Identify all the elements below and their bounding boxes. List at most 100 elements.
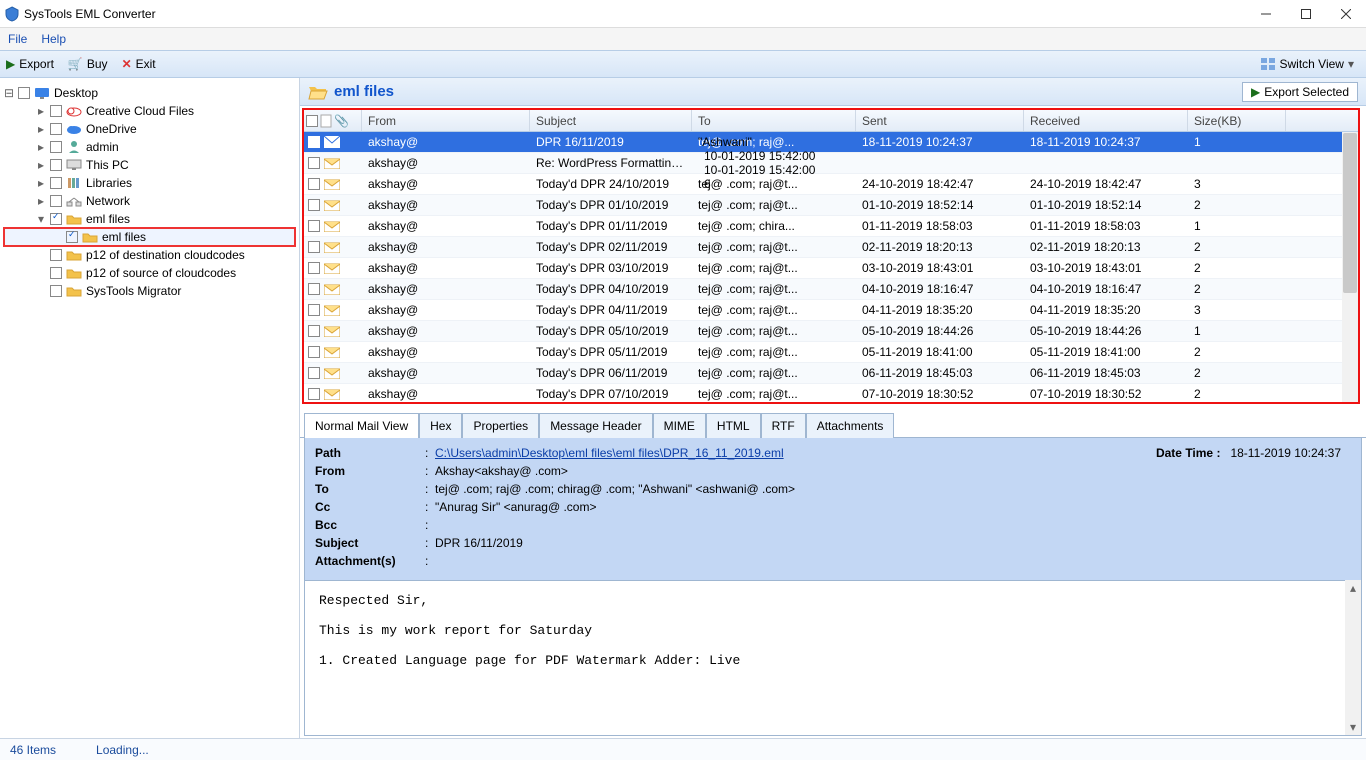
row-checkbox[interactable] — [308, 367, 320, 379]
scroll-down-icon[interactable]: ▾ — [1345, 719, 1361, 735]
checkbox[interactable] — [50, 249, 62, 261]
body-scrollbar[interactable]: ▴ ▾ — [1345, 580, 1361, 735]
tree-item[interactable]: p12 of destination cloudcodes — [4, 246, 295, 264]
date-time-label: Date Time : — [1156, 446, 1220, 460]
bcc-label: Bcc — [315, 518, 425, 532]
tree-root[interactable]: ⊟ Desktop — [4, 84, 295, 102]
row-checkbox[interactable] — [308, 262, 320, 274]
row-checkbox[interactable] — [308, 283, 320, 295]
checkbox[interactable] — [50, 159, 62, 171]
collapse-icon[interactable]: ⊟ — [4, 86, 14, 100]
desktop-icon — [34, 86, 50, 100]
checkbox[interactable] — [66, 231, 78, 243]
row-checkbox[interactable] — [308, 388, 320, 400]
buy-button[interactable]: 🛒 Buy — [68, 57, 108, 71]
row-checkbox[interactable] — [308, 157, 320, 169]
checkbox[interactable] — [50, 195, 62, 207]
tree-item[interactable]: ▸Network — [4, 192, 295, 210]
row-checkbox[interactable] — [308, 346, 320, 358]
path-label: Path — [315, 446, 425, 460]
table-row[interactable]: akshay@Today'd DPR 24/10/2019tej@ .com; … — [304, 174, 1358, 195]
col-from[interactable]: From — [362, 110, 530, 131]
cell-size: 2 — [1188, 261, 1286, 275]
col-sent[interactable]: Sent — [856, 110, 1024, 131]
table-row[interactable]: akshay@Today's DPR 03/10/2019tej@ .com; … — [304, 258, 1358, 279]
tree-item[interactable]: ▸Creative Cloud Files — [4, 102, 295, 120]
col-to[interactable]: To — [692, 110, 856, 131]
expand-icon[interactable]: ▸ — [36, 158, 46, 172]
cell-from: akshay@ — [362, 303, 530, 317]
tree-item[interactable]: ▸OneDrive — [4, 120, 295, 138]
menu-help[interactable]: Help — [41, 32, 66, 46]
export-selected-button[interactable]: ▶ Export Selected — [1242, 82, 1358, 102]
exit-button[interactable]: ✕ Exit — [122, 57, 156, 71]
tree-item[interactable]: ▾eml files — [4, 210, 295, 228]
row-checkbox[interactable] — [308, 136, 320, 148]
checkbox[interactable] — [50, 141, 62, 153]
table-row[interactable]: akshay@Today's DPR 04/10/2019tej@ .com; … — [304, 279, 1358, 300]
tab-rtf[interactable]: RTF — [761, 413, 806, 438]
col-received[interactable]: Received — [1024, 110, 1188, 131]
expand-icon[interactable]: ▾ — [36, 212, 46, 226]
tree-item[interactable]: SysTools Migrator — [4, 282, 295, 300]
grid-scrollbar[interactable] — [1342, 132, 1358, 402]
table-row[interactable]: akshay@Re: WordPress Formatting Is..."As… — [304, 153, 1358, 174]
table-row[interactable]: akshay@Today's DPR 06/11/2019tej@ .com; … — [304, 363, 1358, 384]
scroll-up-icon[interactable]: ▴ — [1345, 580, 1361, 596]
tab-normal-mail-view[interactable]: Normal Mail View — [304, 413, 419, 438]
table-row[interactable]: akshay@Today's DPR 05/11/2019tej@ .com; … — [304, 342, 1358, 363]
switch-view-button[interactable]: Switch View ▾ — [1261, 57, 1354, 71]
cell-subject: Today's DPR 06/11/2019 — [530, 366, 692, 380]
select-all-checkbox[interactable] — [306, 115, 318, 127]
expand-icon[interactable]: ▸ — [36, 176, 46, 190]
tree-item[interactable]: p12 of source of cloudcodes — [4, 264, 295, 282]
tree-item[interactable]: ▸admin — [4, 138, 295, 156]
expand-icon[interactable]: ▸ — [36, 122, 46, 136]
tree-item[interactable]: eml files — [4, 228, 295, 246]
row-checkbox[interactable] — [308, 220, 320, 232]
table-row[interactable]: akshay@Today's DPR 05/10/2019tej@ .com; … — [304, 321, 1358, 342]
maximize-button[interactable] — [1286, 0, 1326, 28]
checkbox[interactable] — [18, 87, 30, 99]
tab-html[interactable]: HTML — [706, 413, 761, 438]
minimize-button[interactable] — [1246, 0, 1286, 28]
col-size[interactable]: Size(KB) — [1188, 110, 1286, 131]
checkbox[interactable] — [50, 267, 62, 279]
path-link[interactable]: C:\Users\admin\Desktop\eml files\eml fil… — [435, 446, 784, 460]
tab-hex[interactable]: Hex — [419, 413, 462, 438]
tab-mime[interactable]: MIME — [653, 413, 706, 438]
menu-file[interactable]: File — [8, 32, 27, 46]
expand-icon[interactable]: ▸ — [36, 140, 46, 154]
row-checkbox[interactable] — [308, 178, 320, 190]
cell-from: akshay@ — [362, 135, 530, 149]
folder-tree[interactable]: ⊟ Desktop ▸Creative Cloud Files▸OneDrive… — [0, 78, 300, 738]
row-checkbox[interactable] — [308, 325, 320, 337]
expand-icon[interactable]: ▸ — [36, 194, 46, 208]
row-checkbox[interactable] — [308, 241, 320, 253]
checkbox[interactable] — [50, 213, 62, 225]
row-checkbox[interactable] — [308, 304, 320, 316]
cell-sent: 24-10-2019 18:42:47 — [856, 177, 1024, 191]
expand-icon[interactable]: ▸ — [36, 104, 46, 118]
checkbox[interactable] — [50, 123, 62, 135]
checkbox[interactable] — [50, 177, 62, 189]
checkbox[interactable] — [50, 105, 62, 117]
cell-to: tej@ .com; raj@t... — [692, 261, 856, 275]
row-checkbox[interactable] — [308, 199, 320, 211]
cell-from: akshay@ — [362, 387, 530, 401]
menubar: File Help — [0, 28, 1366, 50]
close-button[interactable] — [1326, 0, 1366, 28]
table-row[interactable]: akshay@Today's DPR 07/10/2019tej@ .com; … — [304, 384, 1358, 404]
checkbox[interactable] — [50, 285, 62, 297]
tab-attachments[interactable]: Attachments — [806, 413, 895, 438]
tab-message-header[interactable]: Message Header — [539, 413, 652, 438]
tree-item[interactable]: ▸This PC — [4, 156, 295, 174]
table-row[interactable]: akshay@Today's DPR 01/10/2019tej@ .com; … — [304, 195, 1358, 216]
col-subject[interactable]: Subject — [530, 110, 692, 131]
export-button[interactable]: ▶ Export — [6, 57, 54, 71]
tab-properties[interactable]: Properties — [462, 413, 539, 438]
table-row[interactable]: akshay@Today's DPR 01/11/2019tej@ .com; … — [304, 216, 1358, 237]
tree-item[interactable]: ▸Libraries — [4, 174, 295, 192]
table-row[interactable]: akshay@Today's DPR 04/11/2019tej@ .com; … — [304, 300, 1358, 321]
table-row[interactable]: akshay@Today's DPR 02/11/2019tej@ .com; … — [304, 237, 1358, 258]
